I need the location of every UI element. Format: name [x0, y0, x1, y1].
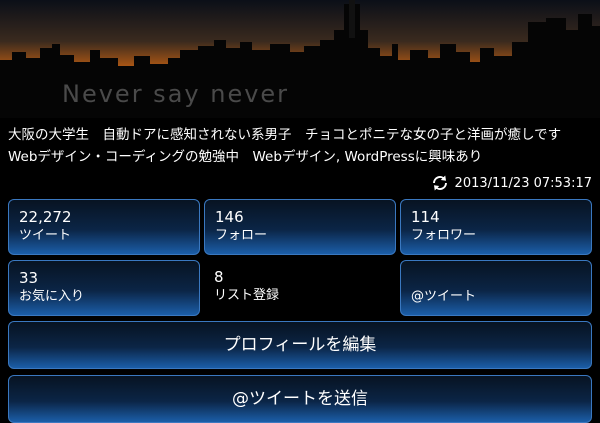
profile-header-banner: Never say never: [0, 0, 600, 118]
tweets-count-button[interactable]: 22,272 ツイート: [8, 199, 200, 255]
send-mention-label: @ツイートを送信: [232, 389, 368, 409]
followers-count-button[interactable]: 114 フォロワー: [400, 199, 592, 255]
following-count: 146: [215, 208, 244, 226]
favorites-label: お気に入り: [19, 289, 85, 304]
last-updated-timestamp: 2013/11/23 07:53:17: [454, 175, 592, 191]
following-count-button[interactable]: 146 フォロー: [204, 199, 396, 255]
refresh-icon[interactable]: [431, 174, 449, 192]
refresh-row[interactable]: 2013/11/23 07:53:17: [431, 173, 592, 193]
followers-count: 114: [411, 208, 440, 226]
mentions-button[interactable]: @ツイート: [400, 260, 592, 316]
favorites-count-button[interactable]: 33 お気に入り: [8, 260, 200, 316]
lists-label: リスト登録: [214, 288, 280, 303]
profile-tagline: Never say never: [62, 80, 290, 108]
tweets-label: ツイート: [19, 228, 72, 243]
lists-count-button[interactable]: 8 リスト登録: [204, 260, 396, 316]
mentions-label: @ツイート: [411, 289, 477, 304]
favorites-count: 33: [19, 269, 39, 287]
profile-bio: 大阪の大学生 自動ドアに感知されない系男子 チョコとポニテな女の子と洋画が癒しで…: [8, 127, 575, 165]
following-label: フォロー: [215, 228, 268, 243]
tweets-count: 22,272: [19, 208, 72, 226]
edit-profile-button[interactable]: プロフィールを編集: [8, 321, 592, 369]
lists-count: 8: [214, 268, 224, 286]
mentions-count: [411, 268, 581, 288]
edit-profile-label: プロフィールを編集: [223, 335, 377, 355]
followers-label: フォロワー: [411, 228, 477, 243]
send-mention-button[interactable]: @ツイートを送信: [8, 375, 592, 423]
